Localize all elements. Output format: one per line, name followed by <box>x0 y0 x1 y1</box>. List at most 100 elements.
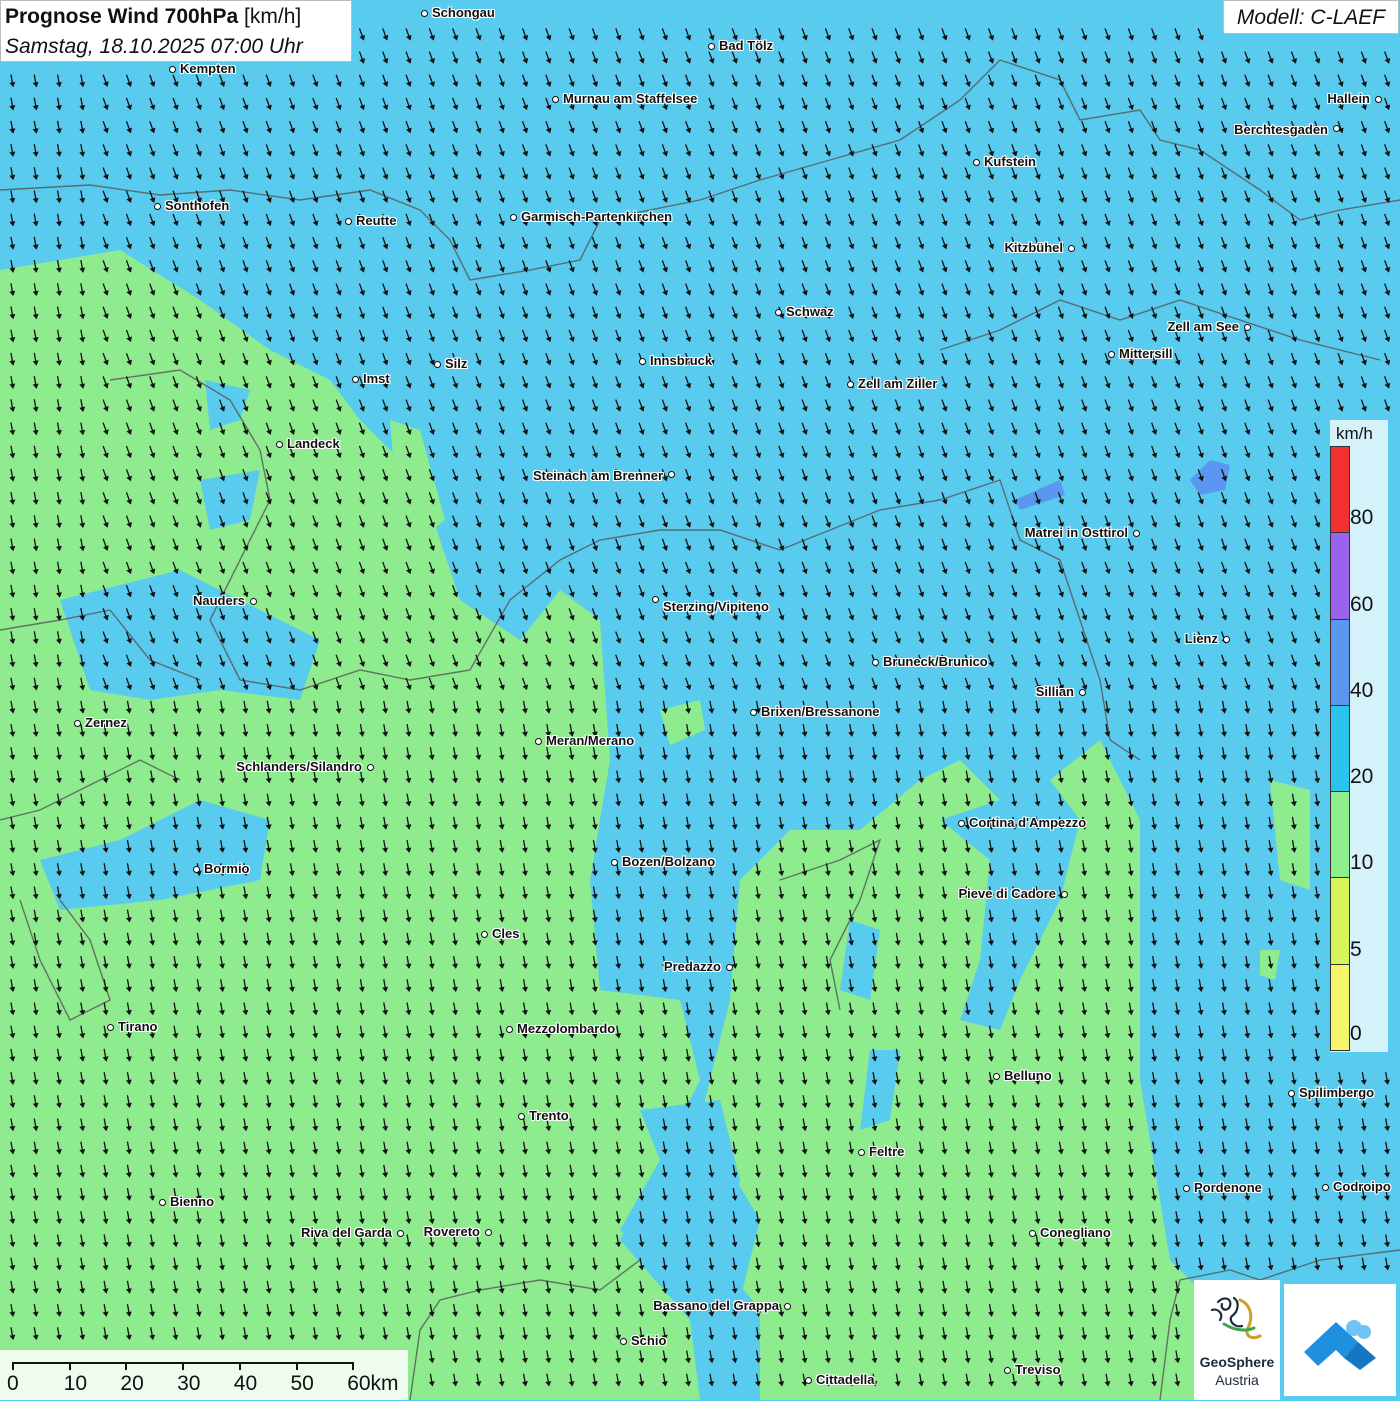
city-marker <box>193 866 200 873</box>
scale-label: 10 <box>64 1372 87 1396</box>
city-marker <box>552 96 559 103</box>
city-label: Brixen/Bressanone <box>761 704 880 719</box>
city-label: Schlanders/Silandro <box>236 759 362 774</box>
city-label: Schio <box>631 1333 666 1348</box>
city-marker <box>784 1303 791 1310</box>
city-label: Bormio <box>204 861 250 876</box>
legend-color-band <box>1330 705 1350 792</box>
city-label: Murnau am Staffelsee <box>563 91 697 106</box>
city-marker <box>434 361 441 368</box>
city-marker <box>993 1073 1000 1080</box>
city-marker <box>518 1113 525 1120</box>
city-label: Hallein <box>1327 91 1370 106</box>
legend-tick-label: 60 <box>1350 593 1373 617</box>
legend-color-band <box>1330 619 1350 706</box>
forecast-datetime: Samstag, 18.10.2025 07:00 Uhr <box>5 35 303 59</box>
geosphere-logo-line2: Austria <box>1194 1372 1280 1388</box>
city-marker <box>611 859 618 866</box>
legend-color-band <box>1330 964 1350 1051</box>
city-marker <box>958 820 965 827</box>
city-marker <box>668 471 675 478</box>
scale-tick <box>125 1362 127 1370</box>
city-marker <box>1079 689 1086 696</box>
city-marker <box>1133 530 1140 537</box>
scale-tick <box>296 1362 298 1370</box>
city-marker <box>345 218 352 225</box>
city-label: Riva del Garda <box>301 1225 392 1240</box>
city-marker <box>367 764 374 771</box>
map-title: Prognose Wind 700hPa [km/h] <box>5 5 301 29</box>
city-marker <box>872 659 879 666</box>
city-marker <box>1108 351 1115 358</box>
city-marker <box>1004 1367 1011 1374</box>
scale-tick <box>182 1362 184 1370</box>
city-marker <box>1068 245 1075 252</box>
city-label: Pieve di Cadore <box>958 886 1056 901</box>
city-label: Zernez <box>85 715 127 730</box>
city-label: Landeck <box>287 436 340 451</box>
city-label: Cles <box>492 926 519 941</box>
city-marker <box>506 1026 513 1033</box>
scale-label: 20 <box>120 1372 143 1396</box>
city-marker <box>421 10 428 17</box>
city-marker <box>107 1024 114 1031</box>
legend-tick-label: 80 <box>1350 506 1373 530</box>
city-marker <box>620 1338 627 1345</box>
legend-tick-label: 0 <box>1350 1022 1362 1046</box>
legend-tick-label: 10 <box>1350 851 1373 875</box>
city-marker <box>250 598 257 605</box>
legend-tick-label: 5 <box>1350 938 1362 962</box>
city-marker <box>1244 324 1251 331</box>
city-label: Berchtesgaden <box>1234 122 1328 137</box>
city-label: Pordenone <box>1194 1180 1262 1195</box>
city-label: Rovereto <box>424 1224 480 1239</box>
city-marker <box>535 738 542 745</box>
city-marker <box>154 203 161 210</box>
legend-color-band <box>1330 532 1350 619</box>
city-label: Mittersill <box>1119 346 1172 361</box>
city-label: Bienno <box>170 1194 214 1209</box>
city-label: Treviso <box>1015 1362 1061 1377</box>
city-label: Innsbruck <box>650 353 712 368</box>
city-marker <box>639 358 646 365</box>
city-marker <box>1183 1185 1190 1192</box>
city-label: Cittadella <box>816 1372 875 1387</box>
app-logo[interactable] <box>1284 1284 1396 1396</box>
city-marker <box>847 381 854 388</box>
city-marker <box>726 964 733 971</box>
city-marker <box>1029 1230 1036 1237</box>
geosphere-emblem-icon <box>1194 1280 1280 1350</box>
city-label: Lienz <box>1185 631 1218 646</box>
city-label: Sonthofen <box>165 198 229 213</box>
city-label: Reutte <box>356 213 396 228</box>
city-label: Mezzolombardo <box>517 1021 615 1036</box>
city-label: Steinach am Brenner <box>533 468 663 483</box>
city-marker <box>805 1377 812 1384</box>
scale-label: 50 <box>291 1372 314 1396</box>
city-marker <box>1333 125 1340 132</box>
scale-label: 60km <box>347 1372 398 1396</box>
legend-color-band <box>1330 877 1350 964</box>
scale-tick <box>239 1362 241 1370</box>
city-label: Nauders <box>193 593 245 608</box>
model-label: Modell: C-LAEF <box>1223 0 1399 34</box>
city-marker <box>397 1230 404 1237</box>
scale-bar: 0102030405060km <box>0 1350 408 1400</box>
city-label: Silz <box>445 356 467 371</box>
city-label: Schongau <box>432 5 495 20</box>
city-label: Kempten <box>180 61 236 76</box>
legend-unit: km/h <box>1336 424 1373 444</box>
city-label: Tirano <box>118 1019 158 1034</box>
city-marker <box>74 720 81 727</box>
city-marker <box>352 376 359 383</box>
legend-color-band <box>1330 791 1350 878</box>
city-marker <box>510 214 517 221</box>
city-label: Sillian <box>1036 684 1074 699</box>
title-panel: Prognose Wind 700hPa [km/h] Samstag, 18.… <box>0 0 352 62</box>
scale-label: 40 <box>234 1372 257 1396</box>
city-marker <box>276 441 283 448</box>
city-marker <box>652 596 659 603</box>
scale-tick <box>12 1362 14 1370</box>
city-label: Kufstein <box>984 154 1036 169</box>
city-label: Feltre <box>869 1144 904 1159</box>
